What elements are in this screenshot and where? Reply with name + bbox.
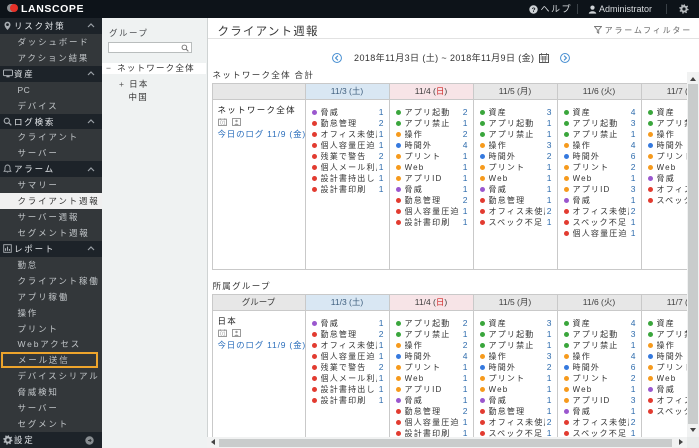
svg-text:?: ? xyxy=(532,6,536,13)
svg-text:01: 01 xyxy=(220,120,226,125)
svg-text:01: 01 xyxy=(220,331,226,336)
